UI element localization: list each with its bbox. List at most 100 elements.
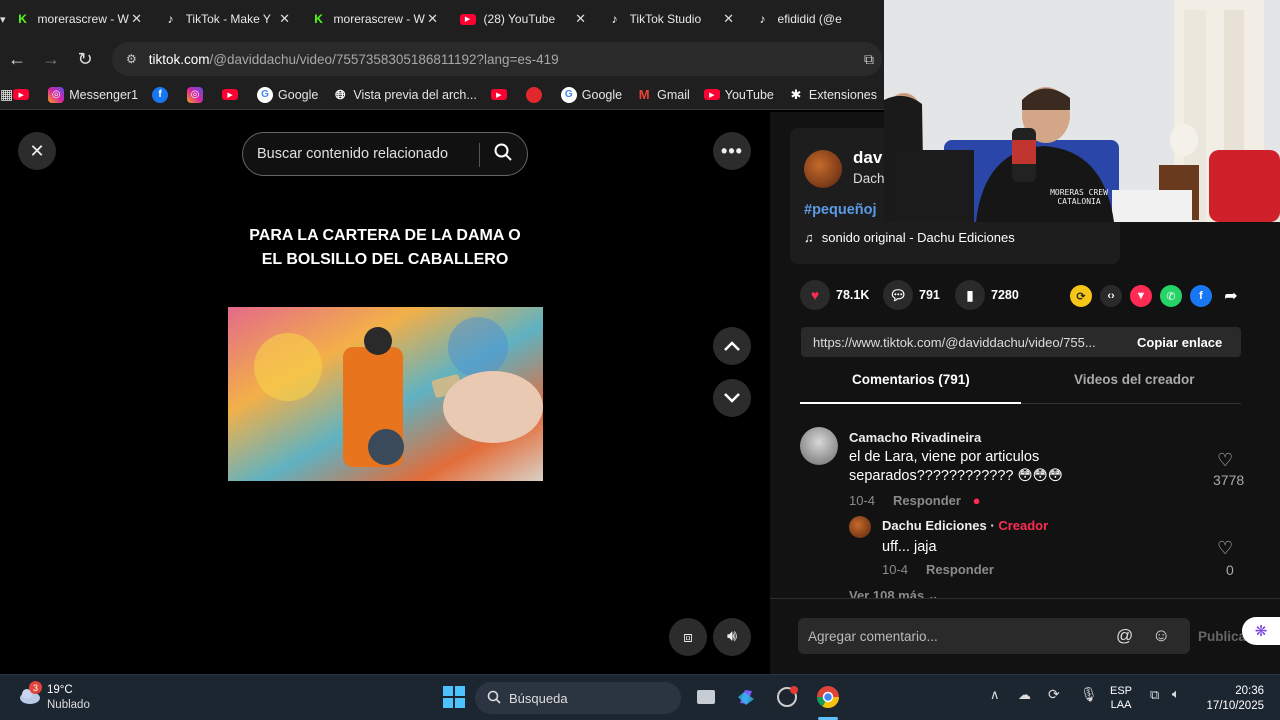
microphone-icon[interactable]: 🎙︎ — [1080, 686, 1098, 703]
share-arrow-icon[interactable]: ➦ — [1220, 285, 1242, 307]
browser-tab[interactable]: ▶ (28) YouTube ✕ — [450, 0, 598, 38]
browser-tab[interactable]: ♪ efididid (@e — [746, 0, 894, 38]
browser-tab[interactable]: Kmorerascrew - W ✕ — [302, 0, 450, 38]
taskbar-search-label: Búsqueda — [509, 690, 568, 706]
avatar[interactable] — [800, 427, 838, 465]
bookmark-item[interactable]: ▶ — [222, 89, 243, 100]
close-tab-icon[interactable]: ✕ — [574, 11, 588, 27]
bookmark-item[interactable] — [525, 86, 547, 103]
heart-outline-icon[interactable]: ♡ — [1217, 538, 1233, 559]
browser-tab[interactable]: Kmorerascrew - W ✕ — [6, 0, 154, 38]
kick-icon: K — [18, 12, 27, 26]
bookmark-item[interactable]: ◎ — [187, 86, 208, 103]
reply-button[interactable]: Responder — [926, 562, 994, 577]
more-options-icon[interactable]: ••• — [713, 132, 751, 170]
recording-app-icon[interactable] — [773, 683, 801, 711]
related-search-input[interactable]: Buscar contenido relacionado — [242, 132, 528, 176]
bookmark-label: YouTube — [724, 87, 774, 102]
show-hidden-icons-icon[interactable]: ∧ — [990, 687, 1000, 703]
author-handle[interactable]: dav — [853, 148, 882, 168]
hashtag-link[interactable]: #pequeñoj — [804, 202, 877, 218]
comment-input[interactable]: Agregar comentario... @ ☺ — [798, 618, 1190, 654]
keyboard-language[interactable]: ESP LAA — [1110, 684, 1132, 712]
browser-tab[interactable]: ♪ TikTok - Make Y ✕ — [154, 0, 302, 38]
extension-brain-icon[interactable]: ❋ — [1242, 617, 1280, 645]
floating-player-icon[interactable]: ⧈ — [669, 618, 707, 656]
reply-author[interactable]: Dachu Ediciones · Creador — [882, 518, 1048, 533]
comment-bubble-icon: 💬︎ — [883, 280, 913, 310]
whatsapp-icon[interactable]: ✆ — [1160, 285, 1182, 307]
open-in-app-icon[interactable]: ⧉ — [864, 51, 874, 68]
chrome-icon[interactable] — [814, 683, 842, 711]
previous-video-icon[interactable] — [713, 327, 751, 365]
volume-icon[interactable]: 🔈︎ — [1172, 686, 1180, 702]
emoji-icon[interactable]: ☺ — [1152, 625, 1170, 646]
back-icon[interactable]: ← — [0, 49, 34, 70]
refresh-app-icon[interactable]: ⟳ — [1048, 686, 1060, 703]
next-video-icon[interactable] — [713, 379, 751, 417]
browser-toolbar: ← → ↻ ⚙ tiktok.com/@daviddachu/video/755… — [0, 38, 884, 80]
browser-tab[interactable]: ♪ TikTok Studio ✕ — [598, 0, 746, 38]
view-more-replies[interactable]: Ver 108 más ⌄ — [849, 588, 939, 598]
volume-icon[interactable]: 🔊︎ — [713, 618, 751, 656]
video-frame — [228, 307, 543, 481]
tab-comments[interactable]: Comentarios (791) — [852, 372, 970, 387]
comment-button[interactable]: 💬︎ 791 — [883, 280, 940, 310]
windows-taskbar: 3 19°C Nublado Búsqueda ∧ ☁ ⟳ 🎙︎ ESP LAA… — [0, 674, 1280, 720]
search-icon[interactable] — [493, 142, 513, 166]
weather-badge: 3 — [29, 681, 42, 694]
heart-outline-icon[interactable]: ♡ — [1217, 450, 1233, 471]
puzzle-icon: ✱ — [790, 86, 802, 102]
cloud-sync-icon[interactable]: ☁ — [1018, 687, 1031, 703]
video-link-text[interactable]: https://www.tiktok.com/@daviddachu/video… — [801, 335, 1121, 350]
bookmark-item[interactable]: ✱ Extensiones — [788, 87, 877, 103]
bookmark-item[interactable]: 🌐︎ Vista previa del arch... — [332, 87, 477, 103]
bookmark-item[interactable]: f — [152, 86, 173, 103]
forward-icon[interactable]: → — [34, 49, 68, 70]
creator-liked-icon: ● — [972, 493, 981, 508]
tab-title: morerascrew - W — [37, 12, 129, 26]
facebook-share-icon[interactable]: f — [1190, 285, 1212, 307]
apps-grid-icon[interactable]: ▦ — [0, 86, 13, 103]
clock[interactable]: 20:36 17/10/2025 — [1198, 684, 1264, 714]
task-view-icon[interactable] — [692, 683, 720, 711]
lang-bottom: LAA — [1110, 699, 1132, 711]
reload-icon[interactable]: ↻ — [68, 49, 102, 70]
copy-link-button[interactable]: Copiar enlace — [1121, 335, 1222, 350]
repost-icon[interactable]: ⟳ — [1070, 285, 1092, 307]
youtube-icon: ▶ — [222, 89, 239, 100]
close-tab-icon[interactable]: ✕ — [278, 11, 292, 27]
avatar[interactable] — [849, 516, 871, 538]
reply-button[interactable]: Responder — [893, 493, 961, 508]
address-bar[interactable]: ⚙ tiktok.com/@daviddachu/video/755735830… — [112, 42, 882, 76]
close-tab-icon[interactable]: ✕ — [130, 11, 144, 27]
close-icon[interactable]: ✕ — [18, 132, 56, 170]
send-icon[interactable]: ▼ — [1130, 285, 1152, 307]
site-settings-icon[interactable]: ⚙ — [126, 52, 137, 66]
close-tab-icon[interactable]: ✕ — [426, 11, 440, 27]
copilot-icon[interactable] — [732, 683, 760, 711]
clock-date: 17/10/2025 — [1206, 700, 1264, 712]
save-button[interactable]: ▮ 7280 — [955, 280, 1019, 310]
weather-cloud-icon[interactable]: 3 — [18, 681, 42, 705]
bookmark-item[interactable]: G Google — [560, 86, 622, 103]
mention-icon[interactable]: @ — [1116, 626, 1133, 646]
bookmark-item[interactable]: ▶ — [13, 89, 34, 100]
view-more-label: Ver 108 más — [849, 588, 925, 598]
network-icon[interactable]: ⧉ — [1150, 687, 1159, 703]
tab-creator-videos[interactable]: Videos del creador — [1074, 372, 1195, 387]
comment-author[interactable]: Camacho Rivadineira — [849, 430, 981, 445]
embed-icon[interactable]: ‹› — [1100, 285, 1122, 307]
bookmark-item[interactable]: G Google — [257, 86, 318, 103]
bookmark-item[interactable]: ▶ — [490, 89, 512, 100]
author-avatar[interactable] — [804, 150, 842, 188]
tiktok-icon: ♪ — [611, 12, 618, 26]
close-tab-icon[interactable]: ✕ — [722, 11, 736, 27]
taskbar-search[interactable]: Búsqueda — [475, 682, 681, 714]
windows-start-icon[interactable] — [440, 683, 468, 711]
like-button[interactable]: ♥ 78.1K — [800, 280, 869, 310]
bookmark-item[interactable]: ◎ Messenger1 — [48, 86, 138, 103]
bookmark-item[interactable]: M Gmail — [636, 87, 690, 103]
bookmark-item[interactable]: ▶ YouTube — [703, 87, 774, 102]
sound-link[interactable]: ♫ sonido original - Dachu Ediciones — [804, 230, 1015, 245]
